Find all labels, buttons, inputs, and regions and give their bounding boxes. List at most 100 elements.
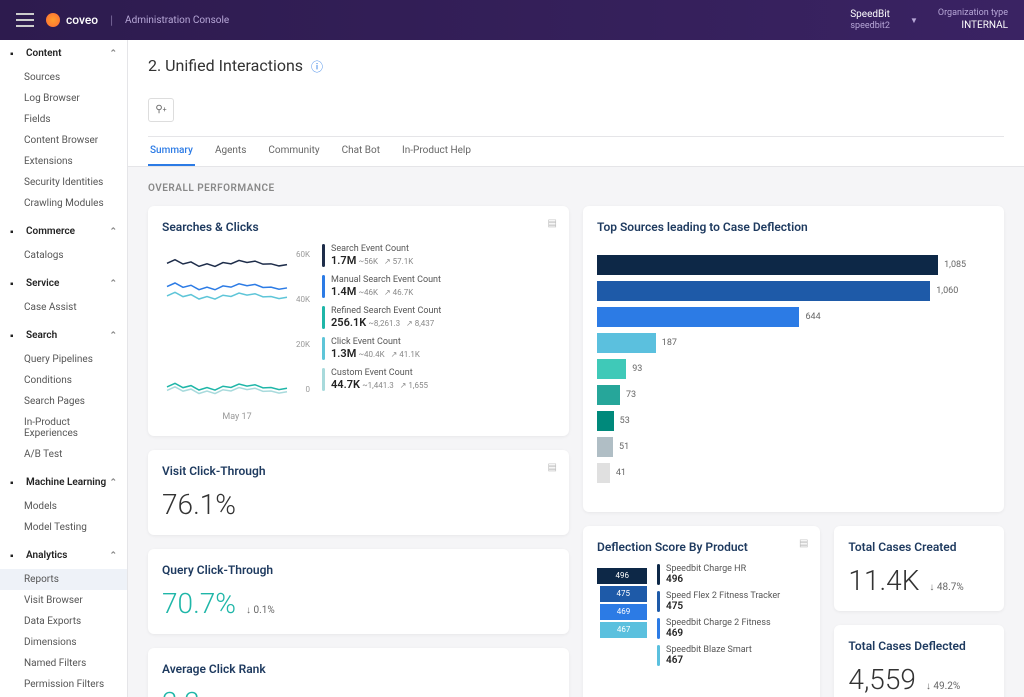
bar-label: 51	[619, 442, 629, 452]
bar	[597, 463, 610, 483]
metric-value: 76.1%	[162, 488, 555, 521]
sidebar-item-query-pipelines[interactable]: Query Pipelines	[0, 349, 127, 370]
chevron-up-icon: ⌃	[109, 551, 117, 561]
logo-mark-icon	[46, 13, 60, 27]
bar-label: 187	[662, 338, 677, 348]
sidebar-section-commerce[interactable]: ▪Commerce⌃	[0, 218, 127, 245]
help-icon[interactable]: ⓘ	[311, 60, 323, 74]
page-title: 2. Unified Interactions ⓘ	[148, 56, 1004, 75]
brand-sub: Administration Console	[125, 15, 229, 26]
bar: 467	[600, 622, 647, 638]
chevron-up-icon: ⌃	[109, 478, 117, 488]
bar-label: 73	[626, 390, 636, 400]
page-header: 2. Unified Interactions ⓘ ⚲+ Summary Agen…	[128, 40, 1024, 167]
sidebar-section-analytics[interactable]: ▪Analytics⌃	[0, 542, 127, 569]
sidebar-item-conditions[interactable]: Conditions	[0, 370, 127, 391]
card-title: Total Cases Created	[848, 540, 990, 554]
filter-button[interactable]: ⚲+	[148, 98, 174, 122]
card-menu-icon[interactable]: ▤	[548, 218, 557, 229]
sidebar-item-sources[interactable]: Sources	[0, 67, 127, 88]
sidebar-item-security-identities[interactable]: Security Identities	[0, 172, 127, 193]
line-chart: 60K40K20K0	[162, 244, 312, 404]
metric-value: 11.4K	[848, 564, 919, 597]
tab-chat-bot[interactable]: Chat Bot	[340, 137, 382, 166]
sidebar-item-data-exports[interactable]: Data Exports	[0, 611, 127, 632]
bar-row: 644	[597, 306, 990, 328]
legend-item: Speedbit Charge HR496	[657, 564, 806, 585]
sidebar-item-catalogs[interactable]: Catalogs	[0, 245, 127, 266]
section-label: OVERALL PERFORMANCE	[148, 183, 1004, 194]
card-menu-icon[interactable]: ▤	[548, 462, 557, 473]
sidebar-item-log-browser[interactable]: Log Browser	[0, 88, 127, 109]
sidebar-item-permission-filters[interactable]: Permission Filters	[0, 674, 127, 695]
section-icon: ▪	[10, 478, 20, 488]
bar-row: 53	[597, 410, 990, 432]
brand-name: coveo	[66, 13, 98, 27]
bar: 475	[600, 586, 648, 602]
sidebar-item-named-filters[interactable]: Named Filters	[0, 653, 127, 674]
legend-item: Manual Search Event Count 1.4M ~46K ↗ 46…	[322, 275, 555, 298]
org-selector[interactable]: SpeedBit speedbit2	[850, 8, 890, 33]
svg-text:20K: 20K	[296, 340, 311, 349]
sidebar-item-search-pages[interactable]: Search Pages	[0, 391, 127, 412]
card-cases-deflected: Total Cases Deflected 4,559 ↓ 49.2%	[834, 625, 1004, 697]
card-title: Searches & Clicks	[162, 220, 555, 234]
sidebar-section-content[interactable]: ▪Content⌃	[0, 40, 127, 67]
legend-item: Speedbit Blaze Smart467	[657, 645, 806, 666]
sidebar-item-a/b-test[interactable]: A/B Test	[0, 444, 127, 465]
tab-agents[interactable]: Agents	[213, 137, 248, 166]
bar-row: 41	[597, 462, 990, 484]
svg-text:60K: 60K	[296, 250, 311, 259]
card-avg-rank: Average Click Rank 2.2 ↑ 0.1%	[148, 648, 569, 697]
bar-row: 51	[597, 436, 990, 458]
sidebar-item-case-assist[interactable]: Case Assist	[0, 297, 127, 318]
sidebar-item-fields[interactable]: Fields	[0, 109, 127, 130]
menu-icon[interactable]	[16, 13, 34, 27]
legend-item: Custom Event Count 44.7K ~1,441.3 ↗ 1,65…	[322, 368, 555, 391]
legend-item: Search Event Count 1.7M ~56K ↗ 57.1K	[322, 244, 555, 267]
sidebar-section-machine-learning[interactable]: ▪Machine Learning⌃	[0, 469, 127, 496]
metric-value: 2.2	[162, 686, 200, 697]
sidebar-item-crawling-modules[interactable]: Crawling Modules	[0, 193, 127, 214]
svg-text:40K: 40K	[296, 295, 311, 304]
chart-xaxis-label: May 17	[162, 412, 312, 422]
sidebar-item-content-browser[interactable]: Content Browser	[0, 130, 127, 151]
tab-in-product-help[interactable]: In-Product Help	[400, 137, 473, 166]
card-visit-ct: ▤ Visit Click-Through 76.1%	[148, 450, 569, 535]
card-title: Query Click-Through	[162, 563, 555, 577]
metric-delta: ↓ 49.2%	[926, 681, 960, 692]
org-type: Organization type INTERNAL	[938, 8, 1008, 33]
sidebar-item-models[interactable]: Models	[0, 496, 127, 517]
sidebar-item-visit-browser[interactable]: Visit Browser	[0, 590, 127, 611]
card-title: Average Click Rank	[162, 662, 555, 676]
tab-community[interactable]: Community	[266, 137, 321, 166]
bar	[597, 411, 614, 431]
card-menu-icon[interactable]: ▤	[799, 538, 808, 549]
main: 2. Unified Interactions ⓘ ⚲+ Summary Agen…	[128, 40, 1024, 697]
tabs: Summary Agents Community Chat Bot In-Product…	[148, 136, 1004, 166]
bar	[597, 281, 930, 301]
legend-item: Refined Search Event Count 256.1K ~8,261…	[322, 306, 555, 329]
sidebar-item-in-product-experiences[interactable]: In-Product Experiences	[0, 412, 127, 444]
chevron-up-icon: ⌃	[109, 49, 117, 59]
legend-item: Click Event Count 1.3M ~40.4K ↗ 41.1K	[322, 337, 555, 360]
metric-delta: ↓ 0.1%	[246, 605, 275, 616]
card-title: Top Sources leading to Case Deflection	[597, 220, 990, 234]
sidebar-item-dimensions[interactable]: Dimensions	[0, 632, 127, 653]
bar-label: 93	[632, 364, 642, 374]
sidebar-section-search[interactable]: ▪Search⌃	[0, 322, 127, 349]
chevron-down-icon[interactable]: ▼	[910, 16, 918, 25]
sidebar-section-service[interactable]: ▪Service⌃	[0, 270, 127, 297]
sidebar-item-reports[interactable]: Reports	[0, 569, 127, 590]
sidebar-item-extensions[interactable]: Extensions	[0, 151, 127, 172]
bar-label: 41	[616, 468, 626, 478]
bar-label: 1,060	[936, 286, 958, 296]
card-cases-created: Total Cases Created 11.4K ↓ 48.7%	[834, 526, 1004, 611]
section-icon: ▪	[10, 331, 20, 341]
logo[interactable]: coveo | Administration Console	[46, 13, 229, 27]
tab-summary[interactable]: Summary	[148, 137, 195, 166]
sidebar-item-model-testing[interactable]: Model Testing	[0, 517, 127, 538]
metric-value: 4,559	[848, 663, 916, 696]
card-title: Visit Click-Through	[162, 464, 555, 478]
metric-delta: ↓ 48.7%	[929, 582, 963, 593]
